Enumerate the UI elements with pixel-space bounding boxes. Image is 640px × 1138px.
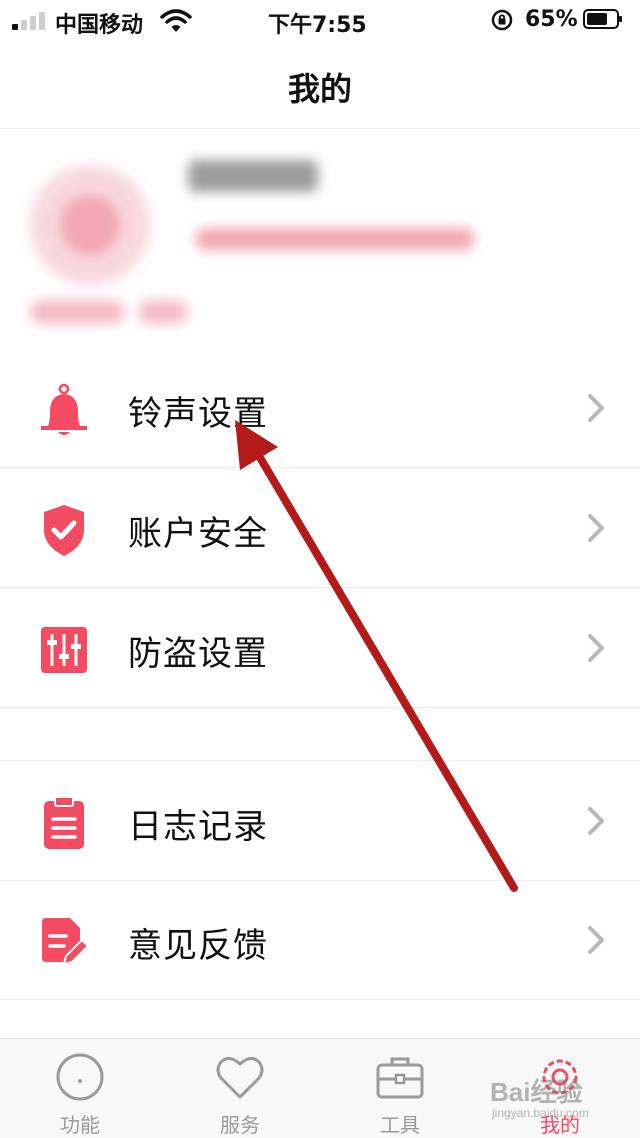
toolbox-icon xyxy=(376,1057,424,1099)
header-divider xyxy=(0,128,640,129)
user-tag-blurred xyxy=(30,300,125,324)
status-bar: 中国移动 下午7:55 65% xyxy=(0,0,640,40)
chevron-right-icon xyxy=(588,634,604,662)
signal-strength-icon xyxy=(12,12,48,30)
menu-item-label: 日志记录 xyxy=(128,807,268,847)
menu-item-feedback[interactable]: 意见反馈 xyxy=(0,880,640,1000)
menu-item-log-records[interactable]: 日志记录 xyxy=(0,760,640,881)
menu-item-label: 铃声设置 xyxy=(128,394,268,434)
clipboard-icon xyxy=(44,796,84,849)
status-time: 下午7:55 xyxy=(268,13,367,38)
watermark: Bai经验 xyxy=(490,1077,583,1107)
heart-icon xyxy=(216,1057,264,1099)
sliders-icon xyxy=(41,627,87,673)
rotation-lock-icon xyxy=(491,9,513,31)
tab-label: 服务 xyxy=(220,1113,260,1137)
menu-item-ringtone-settings[interactable]: 铃声设置 xyxy=(0,348,640,468)
user-tag-blurred xyxy=(138,300,188,324)
tab-label: 功能 xyxy=(60,1113,100,1137)
chevron-right-icon xyxy=(588,514,604,542)
battery-icon xyxy=(583,9,622,29)
tab-label: 工具 xyxy=(380,1113,420,1137)
menu-item-label: 防盗设置 xyxy=(128,634,268,674)
menu-item-label: 意见反馈 xyxy=(128,926,268,966)
page-title: 我的 xyxy=(287,70,352,108)
wifi-icon xyxy=(160,9,192,32)
battery-percent: 65% xyxy=(525,7,578,32)
carrier-name: 中国移动 xyxy=(55,13,144,38)
menu-item-label: 账户安全 xyxy=(128,514,268,554)
user-name-blurred xyxy=(188,160,318,192)
tab-services[interactable]: 服务 xyxy=(160,1039,320,1137)
chevron-right-icon xyxy=(588,807,604,835)
tab-tools[interactable]: 工具 xyxy=(320,1039,480,1137)
section-gap xyxy=(0,710,640,760)
edit-document-icon xyxy=(42,918,90,966)
profile-card[interactable] xyxy=(0,130,640,360)
chevron-right-icon xyxy=(588,394,604,422)
user-info-blurred xyxy=(195,228,475,250)
avatar xyxy=(30,165,150,285)
bell-icon xyxy=(41,383,87,435)
shield-check-icon xyxy=(44,505,84,556)
menu-item-account-security[interactable]: 账户安全 xyxy=(0,468,640,588)
menu-item-anti-theft-settings[interactable]: 防盗设置 xyxy=(0,588,640,708)
chevron-right-icon xyxy=(588,926,604,954)
watermark-url: jingyan.baidu.com xyxy=(492,1106,589,1120)
circle-icon xyxy=(56,1053,104,1101)
tab-features[interactable]: 功能 xyxy=(0,1039,160,1137)
